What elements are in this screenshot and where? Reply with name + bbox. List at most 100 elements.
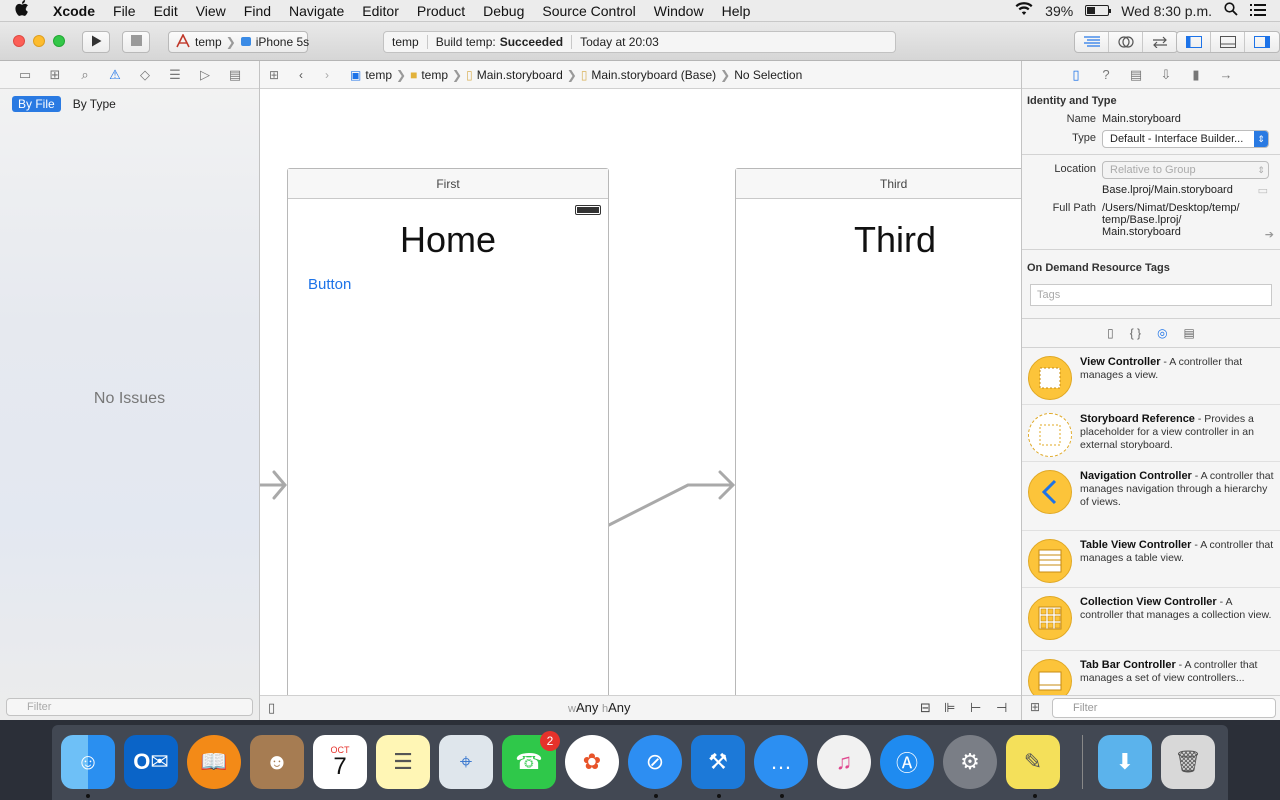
version-editor-button[interactable] <box>1143 32 1177 52</box>
menu-view[interactable]: View <box>187 3 235 19</box>
home-heading-label[interactable]: Home <box>288 219 608 261</box>
outlook-icon[interactable]: O✉ <box>124 735 178 789</box>
code-snippet-library-icon[interactable]: { } <box>1130 326 1141 340</box>
breadcrumb-project[interactable]: ▣ temp <box>350 68 392 82</box>
menu-editor[interactable]: Editor <box>353 3 408 19</box>
menu-xcode[interactable]: Xcode <box>44 3 104 19</box>
file-template-library-icon[interactable]: ▯ <box>1107 326 1114 340</box>
breadcrumb-selection[interactable]: No Selection <box>734 68 802 82</box>
breadcrumb-group[interactable]: ■ temp <box>410 68 448 82</box>
contacts-icon[interactable]: ☻ <box>250 735 304 789</box>
stickies-icon[interactable]: ✎ <box>1006 735 1060 789</box>
breadcrumb-storyboard[interactable]: ▯ Main.storyboard <box>466 68 563 82</box>
calendar-icon[interactable]: OCT 7 <box>313 735 367 789</box>
issue-navigator-warning-icon[interactable]: ⚠ <box>100 67 130 83</box>
by-type-tab[interactable]: By Type <box>67 96 122 112</box>
ibooks-icon[interactable]: 📖 <box>187 735 241 789</box>
run-button[interactable] <box>82 31 110 53</box>
toggle-utilities-button[interactable] <box>1245 32 1279 52</box>
menu-navigate[interactable]: Navigate <box>280 3 353 19</box>
breakpoint-navigator-icon[interactable]: ▷ <box>190 67 220 83</box>
menu-help[interactable]: Help <box>713 3 760 19</box>
library-item[interactable]: Storyboard Reference - Provides a placeh… <box>1022 405 1280 462</box>
safari-icon[interactable]: ⊘ <box>628 735 682 789</box>
menu-edit[interactable]: Edit <box>145 3 187 19</box>
scene-button[interactable]: Button <box>308 276 351 293</box>
spotlight-search-icon[interactable] <box>1224 2 1238 19</box>
folder-icon[interactable]: ▭ <box>1258 184 1268 197</box>
report-navigator-icon[interactable]: ▤ <box>220 67 250 83</box>
third-heading-label[interactable]: Third <box>736 219 1021 261</box>
symbol-navigator-icon[interactable]: ⊞ <box>40 67 70 83</box>
size-inspector-icon[interactable]: ▮ <box>1186 67 1206 83</box>
location-popup[interactable]: Relative to Group ⇕ <box>1102 161 1269 179</box>
library-item[interactable]: Navigation Controller - A controller tha… <box>1022 462 1280 531</box>
size-class-selector[interactable]: wAny hAny <box>568 700 631 715</box>
menu-source-control[interactable]: Source Control <box>533 3 644 19</box>
messages-icon[interactable]: … <box>754 735 808 789</box>
library-item[interactable]: Table View Controller - A controller tha… <box>1022 531 1280 588</box>
pin-icon[interactable]: ⊢ <box>970 700 981 716</box>
navigator-filter-field[interactable]: Filter <box>6 698 253 716</box>
maps-icon[interactable]: ⌖ <box>439 735 493 789</box>
library-item[interactable]: View Controller - A controller that mana… <box>1022 348 1280 405</box>
back-chevron-icon[interactable]: ‹ <box>288 68 314 82</box>
menu-find[interactable]: Find <box>235 3 280 19</box>
scene-third[interactable]: Third Third <box>735 168 1021 695</box>
tags-input[interactable]: Tags <box>1030 284 1272 306</box>
apple-icon[interactable] <box>0 0 44 21</box>
type-popup[interactable]: Default - Interface Builder... ⇕ <box>1102 130 1269 148</box>
document-outline-toggle-icon[interactable]: ▯ <box>268 700 275 716</box>
xcode-icon[interactable]: ⚒ <box>691 735 745 789</box>
connections-inspector-icon[interactable]: → <box>1216 67 1236 82</box>
wifi-icon[interactable] <box>1015 2 1033 19</box>
scheme-selector[interactable]: temp ❯ iPhone 5s <box>168 31 309 53</box>
facetime-icon[interactable]: ☎ 2 <box>502 731 560 789</box>
grid-view-toggle-icon[interactable]: ⊞ <box>1030 700 1040 714</box>
menu-clock[interactable]: Wed 8:30 p.m. <box>1121 3 1212 19</box>
file-inspector-icon[interactable]: ▯ <box>1066 67 1086 83</box>
find-navigator-search-icon[interactable]: ⌕ <box>70 67 100 83</box>
standard-editor-button[interactable] <box>1075 32 1109 52</box>
toggle-navigator-button[interactable] <box>1177 32 1211 52</box>
photos-icon[interactable]: ✿ <box>565 735 619 789</box>
by-file-tab[interactable]: By File <box>12 96 61 112</box>
close-window-button[interactable] <box>13 35 25 47</box>
object-library-icon[interactable]: ◎ <box>1157 326 1167 340</box>
project-navigator-folder-icon[interactable]: ▭ <box>10 67 40 83</box>
scene-first[interactable]: First Home Button <box>287 168 609 695</box>
name-value[interactable]: Main.storyboard <box>1102 113 1280 125</box>
test-navigator-diamond-icon[interactable]: ◇ <box>130 67 160 83</box>
library-filter-field[interactable]: Filter <box>1052 698 1276 718</box>
align-icon[interactable]: ⊫ <box>944 700 955 716</box>
resolve-auto-layout-icon[interactable]: ⊣ <box>996 700 1007 716</box>
forward-chevron-icon[interactable]: › <box>314 68 340 82</box>
zoom-window-button[interactable] <box>53 35 65 47</box>
battery-icon[interactable] <box>1085 5 1112 16</box>
stop-button[interactable] <box>122 31 150 53</box>
reveal-in-finder-arrow-icon[interactable]: ➔ <box>1265 228 1274 241</box>
notes-icon[interactable]: ☰ <box>376 735 430 789</box>
trash-icon[interactable]: 🗑 <box>1161 735 1215 789</box>
storyboard-canvas[interactable]: First Home Button Third Third <box>260 89 1021 695</box>
toggle-debug-area-button[interactable] <box>1211 32 1245 52</box>
identity-inspector-icon[interactable]: ▤ <box>1126 67 1146 83</box>
itunes-icon[interactable]: ♫ <box>817 735 871 789</box>
app-store-icon[interactable]: Ⓐ <box>880 735 934 789</box>
related-items-grid-icon[interactable]: ⊞ <box>260 68 288 82</box>
system-preferences-icon[interactable]: ⚙ <box>943 735 997 789</box>
embed-in-stack-icon[interactable]: ⊟ <box>920 700 931 716</box>
quick-help-icon[interactable]: ? <box>1096 67 1116 82</box>
menu-file[interactable]: File <box>104 3 145 19</box>
media-library-icon[interactable]: ▤ <box>1184 326 1195 340</box>
library-item[interactable]: Collection View Controller - A controlle… <box>1022 588 1280 651</box>
menu-product[interactable]: Product <box>408 3 474 19</box>
finder-icon[interactable]: ☺ <box>61 735 115 789</box>
debug-navigator-icon[interactable]: ☰ <box>160 67 190 83</box>
minimize-window-button[interactable] <box>33 35 45 47</box>
downloads-folder-icon[interactable]: ⬇ <box>1098 735 1152 789</box>
menu-window[interactable]: Window <box>645 3 713 19</box>
menu-debug[interactable]: Debug <box>474 3 533 19</box>
notification-center-icon[interactable] <box>1250 3 1266 19</box>
assistant-editor-button[interactable] <box>1109 32 1143 52</box>
